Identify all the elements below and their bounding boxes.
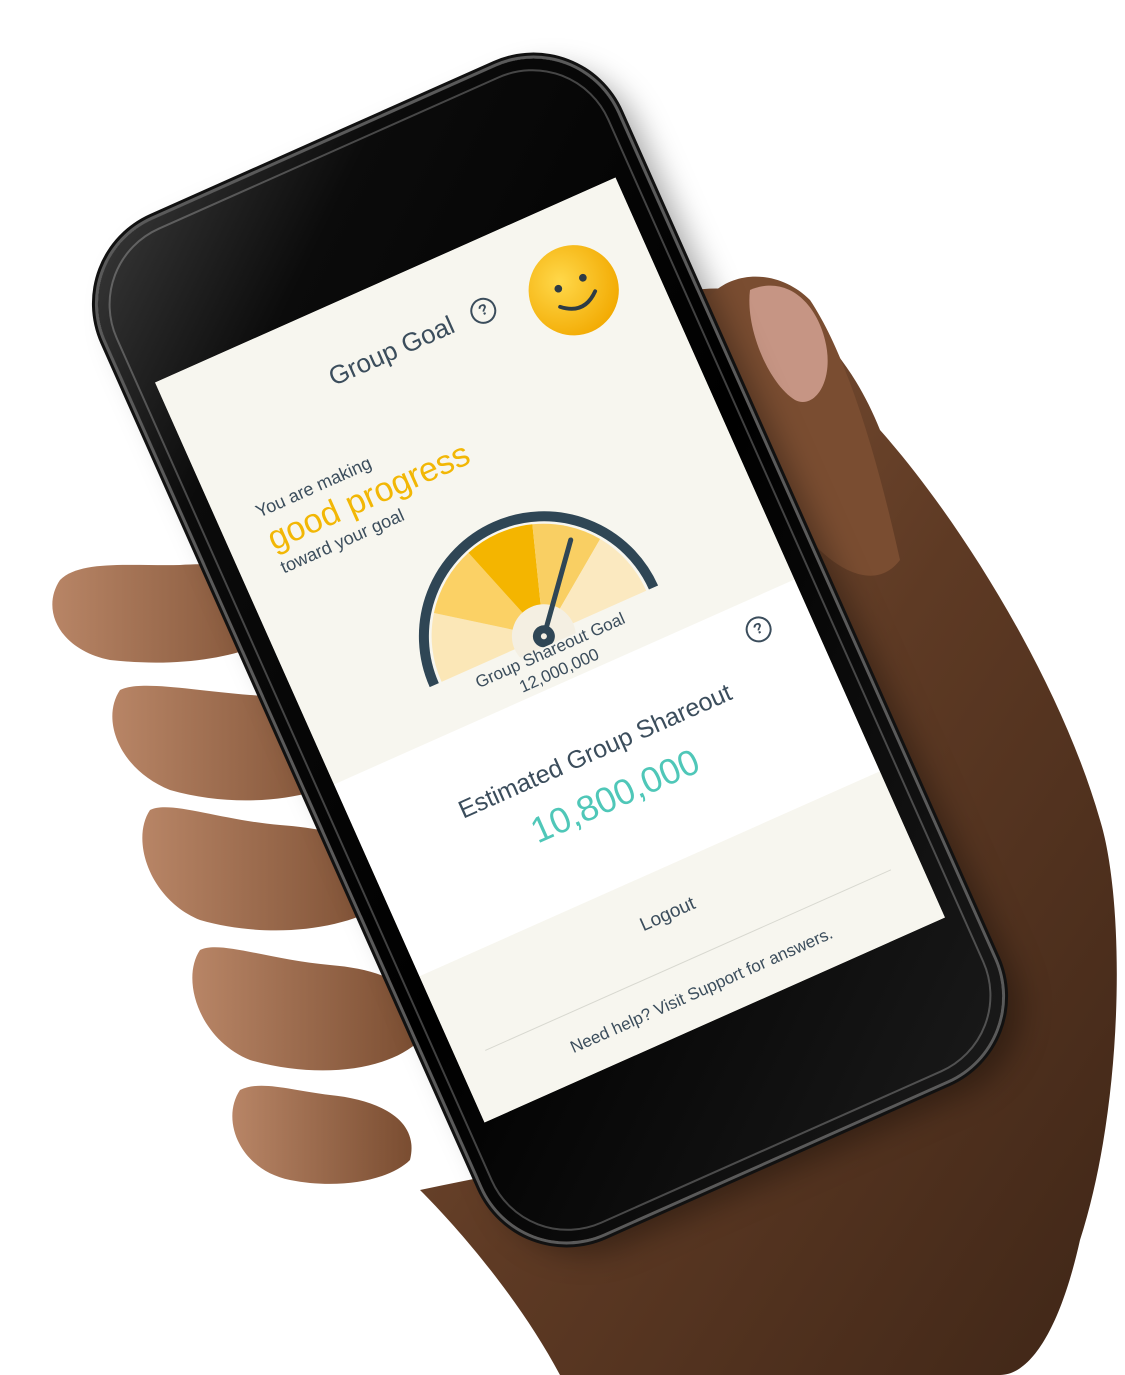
photo-stage: Group Goal ? You are making good progres… [0, 0, 1125, 1375]
estimate-help-icon[interactable]: ? [741, 612, 776, 647]
finger-lower [232, 1085, 412, 1184]
page-title: Group Goal [323, 309, 459, 392]
help-icon[interactable]: ? [466, 293, 501, 328]
